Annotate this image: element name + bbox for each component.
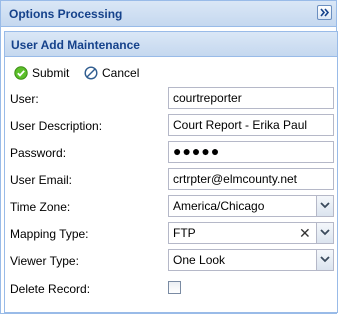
time-zone-value: America/Chicago xyxy=(173,199,265,213)
clear-icon[interactable]: ✕ xyxy=(299,226,311,240)
time-zone-row: Time Zone: America/Chicago xyxy=(5,195,337,219)
user-add-maintenance-title: User Add Maintenance xyxy=(11,38,140,52)
password-row: Password: ●●●●● xyxy=(5,141,337,165)
password-field[interactable]: ●●●●● xyxy=(168,141,334,163)
options-processing-title: Options Processing xyxy=(9,7,123,21)
cancel-circle-icon xyxy=(84,66,98,80)
user-add-maintenance-header: User Add Maintenance xyxy=(5,32,337,57)
mapping-type-row: Mapping Type: FTP ✕ xyxy=(5,222,337,246)
email-row: User Email: crtrpter@elmcounty.net xyxy=(5,168,337,192)
options-processing-panel: Options Processing User Add Maintenance … xyxy=(0,0,338,314)
password-label: Password: xyxy=(10,146,67,160)
viewer-type-value: One Look xyxy=(173,253,226,267)
cancel-label: Cancel xyxy=(102,66,140,80)
mapping-type-label: Mapping Type: xyxy=(10,227,89,241)
email-field[interactable]: crtrpter@elmcounty.net xyxy=(168,168,334,190)
time-zone-label: Time Zone: xyxy=(10,200,71,214)
delete-record-label: Delete Record: xyxy=(10,282,91,296)
viewer-type-dropdown-trigger[interactable] xyxy=(316,250,333,270)
description-field[interactable]: Court Report - Erika Paul xyxy=(168,114,334,136)
form-toolbar: Submit Cancel xyxy=(5,58,337,86)
mapping-type-select[interactable]: FTP ✕ xyxy=(168,222,334,244)
chevron-down-icon xyxy=(320,256,330,263)
description-label: User Description: xyxy=(10,119,103,133)
cancel-button[interactable]: Cancel xyxy=(84,64,139,82)
chevron-down-icon xyxy=(320,229,330,236)
submit-button[interactable]: Submit xyxy=(14,64,69,82)
viewer-type-row: Viewer Type: One Look xyxy=(5,249,337,273)
user-label: User: xyxy=(10,92,39,106)
collapse-button[interactable] xyxy=(317,5,332,20)
viewer-type-select[interactable]: One Look xyxy=(168,249,334,271)
submit-label: Submit xyxy=(32,66,70,80)
delete-record-row: Delete Record: xyxy=(5,277,337,301)
delete-record-checkbox[interactable] xyxy=(168,281,181,294)
chevron-down-icon xyxy=(320,202,330,209)
user-field[interactable]: courtreporter xyxy=(168,87,334,109)
check-circle-icon xyxy=(14,66,28,80)
double-chevron-right-icon xyxy=(320,8,330,17)
time-zone-select[interactable]: America/Chicago xyxy=(168,195,334,217)
description-row: User Description: Court Report - Erika P… xyxy=(5,114,337,138)
mapping-type-value: FTP xyxy=(173,226,196,240)
options-processing-header: Options Processing xyxy=(1,1,336,27)
user-add-maintenance-panel: User Add Maintenance Submit Cancel User: xyxy=(4,31,338,313)
user-row: User: courtreporter xyxy=(5,87,337,111)
email-label: User Email: xyxy=(10,173,73,187)
time-zone-dropdown-trigger[interactable] xyxy=(316,196,333,216)
viewer-type-label: Viewer Type: xyxy=(10,254,79,268)
mapping-type-dropdown-trigger[interactable] xyxy=(316,223,333,243)
